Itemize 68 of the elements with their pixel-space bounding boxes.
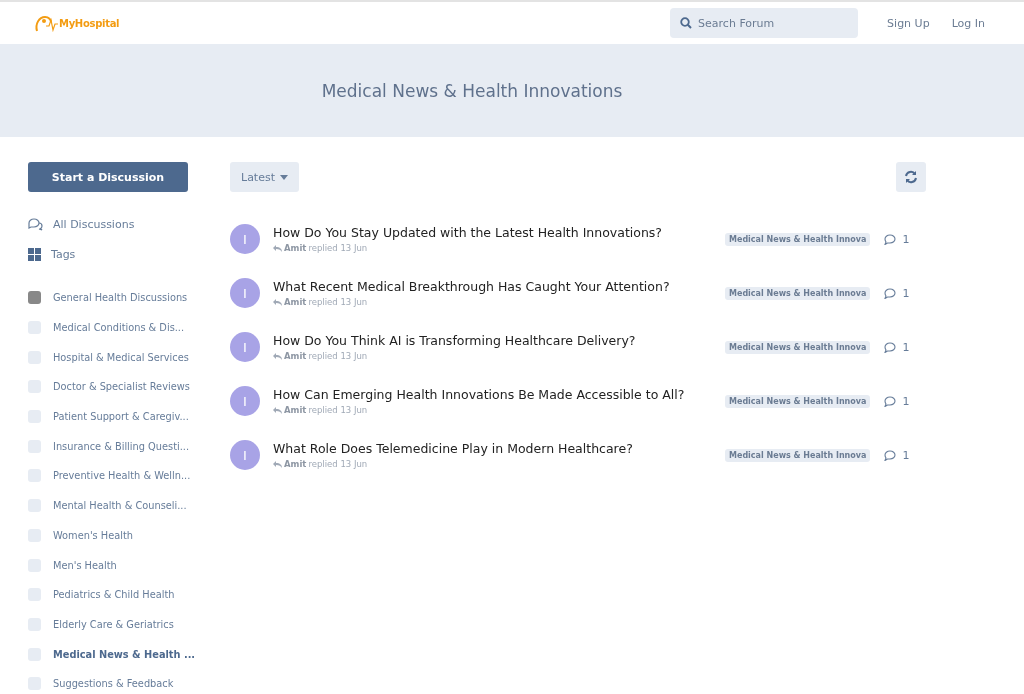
caret-icon [280,174,288,180]
discussion-tag[interactable]: Medical News & Health Innova [725,286,871,300]
avatar[interactable]: I [230,440,260,470]
discussion-title[interactable]: How Do You Stay Updated with the Latest Health Innovations? [273,225,725,240]
avatar[interactable]: I [230,332,260,362]
discussion-tag[interactable]: Medical News & Health Innova [725,340,871,354]
reply-time: replied 13 Jun [308,243,368,253]
discussion-tag[interactable]: Medical News & Health Innova [725,394,871,408]
author-name[interactable]: Amit [284,405,307,415]
avatar[interactable]: I [230,278,260,308]
reply-icon [273,352,282,360]
nav-link[interactable]: All Discussions [53,217,135,231]
reply-count: 1 [902,286,910,300]
page-title: Medical News & Health Innovations [321,80,623,101]
nav-link[interactable]: Tags [51,247,76,261]
reply-icon [273,244,282,252]
refresh-icon [904,170,918,184]
grid-icon [28,247,41,261]
search-field[interactable]: Search Forum [670,8,859,38]
category-item[interactable]: Medical News & Health ... [28,639,196,669]
avatar[interactable]: I [230,224,260,254]
reply-count: 1 [902,394,910,408]
header-link[interactable]: Sign Up [887,16,930,30]
category-item[interactable]: Suggestions & Feedback [28,668,174,694]
reply-count: 1 [902,340,910,354]
discussion-title[interactable]: What Role Does Telemedicine Play in Modern Healthcare? [273,441,725,456]
comment-icon [884,341,897,353]
author-name[interactable]: Amit [284,297,307,307]
category-item[interactable]: Women's Health [28,520,133,551]
category-item[interactable]: Insurance & Billing Questi... [28,431,190,462]
reply-time: replied 13 Jun [308,297,368,307]
author-name[interactable]: Amit [284,351,307,361]
category-item[interactable]: Pediatrics & Child Health [28,579,175,610]
chat-bubbles-icon [28,217,43,231]
category-item[interactable]: General Health Discussions [28,283,188,313]
reply-time: replied 13 Jun [308,405,368,415]
category-item[interactable]: Mental Health & Counseli... [28,490,187,521]
discussion-tag[interactable]: Medical News & Health Innova [725,448,871,462]
reply-time: replied 13 Jun [308,459,368,469]
comment-icon [884,449,897,461]
comment-icon [884,287,897,299]
reply-count: 1 [902,448,910,462]
category-item[interactable]: Elderly Care & Geriatrics [28,609,174,640]
refresh-button[interactable] [896,162,926,192]
logo-icon [34,14,58,32]
category-item[interactable]: Patient Support & Caregiv... [28,401,189,432]
discussion-title[interactable]: How Do You Think AI is Transforming Healthcare Delivery? [273,333,725,348]
reply-icon [273,406,282,414]
start-discussion-button[interactable]: Start a Discussion [28,162,188,192]
author-name[interactable]: Amit [284,459,307,469]
sort-dropdown[interactable]: Latest [230,162,299,192]
discussion-tag[interactable]: Medical News & Health Innova [725,232,871,246]
reply-time: replied 13 Jun [308,351,368,361]
category-item[interactable]: Hospital & Medical Services [28,342,189,373]
category-item[interactable]: Doctor & Specialist Reviews [28,372,190,402]
category-item[interactable]: Medical Conditions & Dis... [28,312,185,343]
reply-icon [273,460,282,468]
category-item[interactable]: Preventive Health & Welln... [28,461,191,491]
comment-icon [884,233,897,245]
reply-count: 1 [902,232,910,246]
discussion-title[interactable]: How Can Emerging Health Innovations Be Made Accessible to All? [273,387,725,402]
discussion-title[interactable]: What Recent Medical Breakthrough Has Caught Your Attention? [273,279,725,294]
author-name[interactable]: Amit [284,243,307,253]
category-item[interactable]: Men's Health [28,550,117,580]
comment-icon [884,395,897,407]
header-link[interactable]: Log In [951,16,985,30]
avatar[interactable]: I [230,386,260,416]
reply-icon [273,298,282,306]
